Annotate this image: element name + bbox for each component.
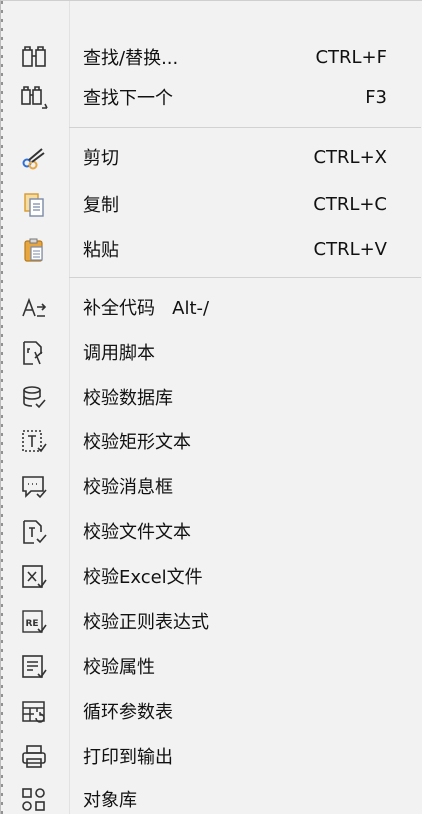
menu-item-label: 复制 bbox=[83, 195, 119, 216]
call-script-icon bbox=[19, 338, 49, 368]
menu-item-shortcut: F3 bbox=[365, 86, 387, 108]
menu-separator bbox=[69, 277, 421, 278]
menu-item-inline-shortcut: Alt-/ bbox=[172, 298, 210, 319]
menu-item-autocomplete[interactable]: 补全代码 Alt-/ bbox=[1, 289, 421, 325]
menu-item-label: 校验正则表达式 bbox=[83, 612, 209, 633]
menu-item-shortcut: CTRL+C bbox=[313, 193, 387, 215]
menu-item-label: 校验数据库 bbox=[83, 388, 173, 409]
verify-regex-icon: RE bbox=[19, 607, 49, 637]
menu-item-loop-table[interactable]: 循环参数表 bbox=[1, 693, 421, 729]
verify-database-icon bbox=[19, 383, 49, 413]
menu-item-verify-messagebox[interactable]: 校验消息框 bbox=[1, 468, 421, 504]
menu-item-label: 对象库 bbox=[83, 790, 137, 811]
menu-item-shortcut: CTRL+F bbox=[315, 46, 387, 68]
menu-item-verify-excel[interactable]: 校验Excel文件 bbox=[1, 558, 421, 594]
menu-item-shortcut: CTRL+V bbox=[313, 238, 388, 260]
menu-item-label: 剪切 bbox=[83, 148, 119, 169]
binoculars-icon bbox=[19, 43, 49, 73]
menu-item-verify-file-text[interactable]: 校验文件文本 bbox=[1, 513, 421, 549]
menu-item-label: 校验Excel文件 bbox=[83, 567, 203, 588]
menu-item-call-script[interactable]: 调用脚本 bbox=[1, 334, 421, 370]
loop-table-icon bbox=[19, 697, 49, 727]
menu-item-copy[interactable]: 复制 CTRL+C bbox=[1, 186, 421, 222]
menu-item-label: 查找/替换... bbox=[83, 48, 179, 69]
menu-item-verify-regex[interactable]: RE 校验正则表达式 bbox=[1, 603, 421, 639]
autocomplete-icon bbox=[19, 293, 49, 323]
menu-item-paste[interactable]: 粘贴 CTRL+V bbox=[1, 231, 421, 267]
verify-rect-text-icon bbox=[19, 427, 49, 457]
paste-icon bbox=[19, 235, 49, 265]
menu-item-label: 校验属性 bbox=[83, 657, 155, 678]
menu-item-verify-property[interactable]: 校验属性 bbox=[1, 648, 421, 684]
context-menu: 查找/替换... CTRL+F 查找下一个 F3 剪切 CTRL+X 复制 CT… bbox=[0, 0, 422, 814]
menu-item-label: 校验文件文本 bbox=[83, 522, 191, 543]
menu-item-cut[interactable]: 剪切 CTRL+X bbox=[1, 139, 421, 175]
verify-messagebox-icon bbox=[19, 472, 49, 502]
menu-item-object-library[interactable]: 对象库 bbox=[1, 781, 421, 817]
copy-icon bbox=[19, 190, 49, 220]
menu-item-label: 校验消息框 bbox=[83, 477, 173, 498]
menu-item-label: 补全代码 Alt-/ bbox=[83, 298, 210, 319]
menu-item-shortcut: CTRL+X bbox=[313, 146, 387, 168]
menu-item-label: 打印到输出 bbox=[83, 747, 173, 768]
verify-excel-icon bbox=[19, 562, 49, 592]
menu-item-label: 查找下一个 bbox=[83, 88, 173, 109]
printer-icon bbox=[19, 742, 49, 772]
menu-separator bbox=[69, 127, 421, 128]
menu-item-label: 调用脚本 bbox=[83, 343, 155, 364]
menu-item-label: 循环参数表 bbox=[83, 702, 173, 723]
menu-item-label: 校验矩形文本 bbox=[83, 432, 191, 453]
menu-item-label: 粘贴 bbox=[83, 240, 119, 261]
menu-item-find-next[interactable]: 查找下一个 F3 bbox=[1, 79, 421, 115]
object-library-icon bbox=[19, 785, 49, 815]
find-next-icon bbox=[19, 83, 49, 113]
menu-item-verify-database[interactable]: 校验数据库 bbox=[1, 379, 421, 415]
menu-item-find-replace[interactable]: 查找/替换... CTRL+F bbox=[1, 39, 421, 75]
verify-file-text-icon bbox=[19, 517, 49, 547]
verify-property-icon bbox=[19, 652, 49, 682]
scissors-icon bbox=[19, 143, 49, 173]
svg-text:RE: RE bbox=[26, 619, 39, 629]
menu-item-print-output[interactable]: 打印到输出 bbox=[1, 738, 421, 774]
menu-item-verify-rect-text[interactable]: 校验矩形文本 bbox=[1, 423, 421, 459]
